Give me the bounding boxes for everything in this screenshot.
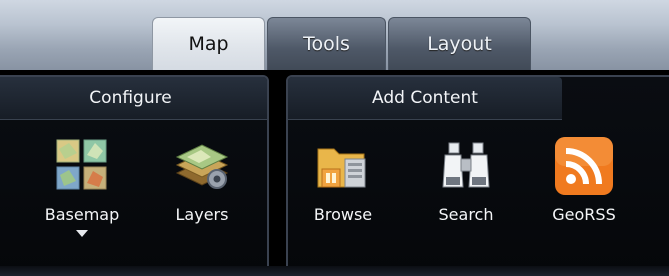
tab-map[interactable]: Map xyxy=(152,17,265,70)
tab-tools-label: Tools xyxy=(303,33,350,55)
configure-group-header: Configure xyxy=(0,77,267,120)
tab-layout-label: Layout xyxy=(427,33,492,55)
basemap-button[interactable]: Basemap xyxy=(32,135,132,237)
layers-icon xyxy=(175,144,229,189)
add-content-group-header: Add Content xyxy=(288,77,562,120)
add-content-group: Add Content Browse Search GeoRSS xyxy=(286,75,669,276)
search-label: Search xyxy=(438,205,494,224)
folder-icon xyxy=(317,148,366,188)
browse-button[interactable]: Browse xyxy=(293,135,393,224)
georss-label: GeoRSS xyxy=(552,205,616,224)
ribbon-bottom-edge xyxy=(0,266,669,276)
rss-icon xyxy=(555,137,613,195)
configure-group: Configure Basemap Layers xyxy=(0,75,269,276)
tab-tools[interactable]: Tools xyxy=(267,17,386,70)
tab-layout[interactable]: Layout xyxy=(388,17,531,70)
search-button[interactable]: Search xyxy=(416,135,516,224)
georss-button[interactable]: GeoRSS xyxy=(534,135,634,224)
layers-label: Layers xyxy=(175,205,229,224)
add-content-group-title: Add Content xyxy=(372,88,478,108)
layers-button[interactable]: Layers xyxy=(152,135,252,224)
tab-map-label: Map xyxy=(188,33,229,55)
binoculars-icon xyxy=(442,142,490,188)
chevron-down-icon[interactable] xyxy=(76,230,88,237)
basemap-grid-icon xyxy=(56,139,107,190)
basemap-label: Basemap xyxy=(44,205,120,224)
browse-label: Browse xyxy=(313,205,373,224)
configure-group-title: Configure xyxy=(89,88,172,108)
